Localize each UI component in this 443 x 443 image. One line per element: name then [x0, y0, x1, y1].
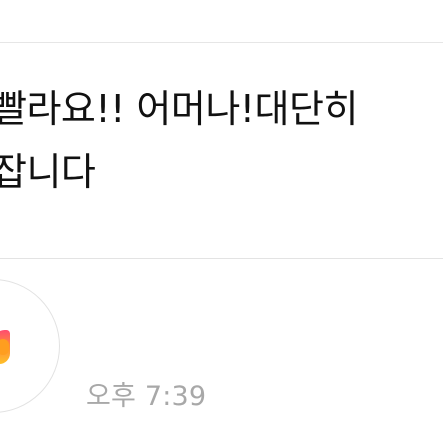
top-divider: [0, 42, 443, 43]
avatar[interactable]: [0, 279, 60, 413]
message-line-2: 잡니다: [0, 150, 96, 194]
chat-message: 빨라요!! 어머나!대단히 잡니다: [0, 78, 443, 204]
chat-screen: 빨라요!! 어머나!대단히 잡니다 오후 7:39: [0, 0, 443, 443]
profile-logo-accent-icon: [0, 339, 9, 355]
message-divider: [0, 258, 443, 259]
message-line-1: 빨라요!! 어머나!대단히: [0, 87, 358, 131]
message-timestamp: 오후 7:39: [86, 381, 207, 412]
